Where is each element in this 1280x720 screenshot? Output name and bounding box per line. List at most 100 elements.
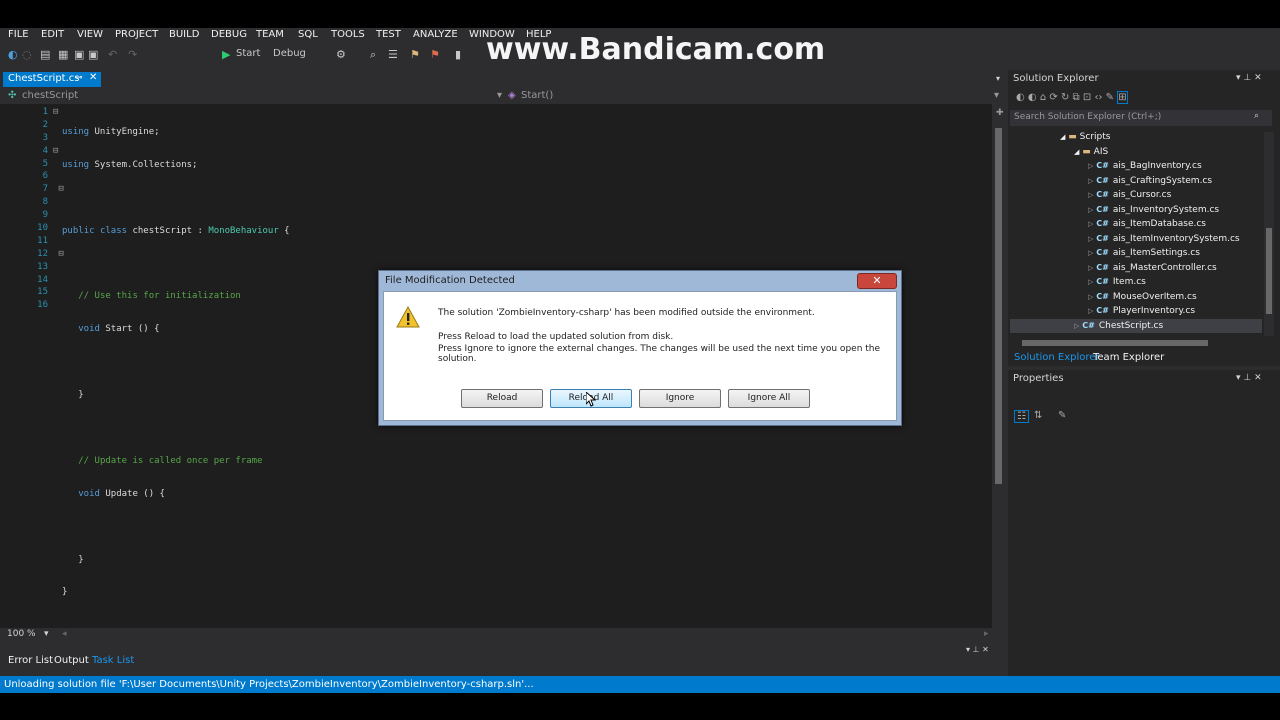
breakpoint-icon[interactable]: ▮	[455, 48, 461, 61]
member-dropdown[interactable]: Start()	[521, 90, 553, 101]
collapsed-icon[interactable]: ▷	[1088, 249, 1093, 257]
view-code-icon[interactable]: ‹›	[1094, 92, 1102, 103]
tree-file[interactable]: ▷ C# ais_ItemSettings.cs	[1010, 246, 1262, 261]
collapsed-icon[interactable]: ▷	[1088, 278, 1093, 286]
expand-icon[interactable]: ◢	[1074, 148, 1079, 156]
tree-file[interactable]: ▷ C# ais_MasterController.cs	[1010, 261, 1262, 276]
tree-file[interactable]: ▷ C# ais_ItemInventorySystem.cs	[1010, 232, 1262, 247]
tab-overflow-icon[interactable]: ▾	[996, 74, 1000, 83]
new-project-icon[interactable]: ▤	[40, 48, 50, 61]
solution-search-input[interactable]: Search Solution Explorer (Ctrl+;) ⌕	[1010, 110, 1272, 126]
clear-bookmarks-icon[interactable]: ⚑	[430, 48, 440, 61]
back-icon[interactable]: ◐	[8, 48, 18, 61]
tree-horizontal-thumb[interactable]	[1022, 340, 1208, 346]
tree-file[interactable]: ▷ C# Item.cs	[1010, 275, 1262, 290]
tree-file[interactable]: ▷ C# ais_Cursor.cs	[1010, 188, 1262, 203]
collapsed-icon[interactable]: ▷	[1088, 220, 1093, 228]
collapsed-icon[interactable]: ▷	[1074, 322, 1079, 330]
ignore-all-button[interactable]: Ignore All	[728, 389, 810, 408]
zoom-select[interactable]: 100 %	[7, 629, 36, 639]
panel-controls-icon[interactable]: ▾ ⊥ ✕	[1236, 373, 1262, 383]
bookmark-icon[interactable]: ⚑	[410, 48, 420, 61]
menu-sql[interactable]: SQL	[298, 29, 318, 40]
expand-icon[interactable]: ◢	[1060, 133, 1065, 141]
redo-icon[interactable]: ↷	[128, 48, 137, 61]
scroll-right-icon[interactable]: ▸	[984, 629, 989, 639]
back-icon[interactable]: ◐	[1016, 92, 1025, 103]
menu-file[interactable]: FILE	[8, 29, 29, 40]
menu-project[interactable]: PROJECT	[115, 29, 158, 40]
menu-test[interactable]: TEST	[376, 29, 401, 40]
collapse-all-icon[interactable]: ⧉	[1073, 92, 1080, 103]
type-dropdown[interactable]: chestScript	[22, 90, 78, 101]
sync-icon[interactable]: ⟳	[1049, 92, 1057, 103]
collapsed-icon[interactable]: ▷	[1088, 307, 1093, 315]
close-tab-icon[interactable]: ✕	[89, 72, 97, 83]
configuration-select[interactable]: Debug	[273, 48, 306, 59]
reload-button[interactable]: Reload	[461, 389, 543, 408]
scroll-left-icon[interactable]: ◂	[62, 629, 67, 639]
alphabetical-icon[interactable]: ⇅	[1034, 410, 1042, 421]
home-icon[interactable]: ⌂	[1040, 92, 1046, 103]
menu-debug[interactable]: DEBUG	[211, 29, 247, 40]
tree-file[interactable]: ▷ C# ais_InventorySystem.cs	[1010, 203, 1262, 218]
forward-icon[interactable]: ◌	[22, 48, 32, 61]
dialog-close-button[interactable]: ✕	[857, 273, 897, 289]
collapsed-icon[interactable]: ▷	[1088, 264, 1093, 272]
member-dropdown-arrow-icon[interactable]: ▾	[994, 90, 999, 101]
editor-scroll-thumb[interactable]	[995, 128, 1002, 484]
type-dropdown-arrow-icon[interactable]: ▾	[497, 90, 502, 101]
collapsed-icon[interactable]: ▷	[1088, 235, 1093, 243]
menu-view[interactable]: VIEW	[77, 29, 103, 40]
collapsed-icon[interactable]: ▷	[1088, 191, 1093, 199]
property-pages-icon[interactable]: ✎	[1058, 410, 1066, 421]
tab-output[interactable]: Output	[54, 655, 89, 666]
panel-menu-icon[interactable]: ▾ ⊥ ✕	[966, 645, 989, 654]
collapsed-icon[interactable]: ▷	[1088, 162, 1093, 170]
tree-file[interactable]: ▷ C# ais_CraftingSystem.cs	[1010, 174, 1262, 189]
comment-icon[interactable]: ☰	[388, 48, 398, 61]
tab-error-list[interactable]: Error List	[8, 655, 53, 666]
menu-edit[interactable]: EDIT	[41, 29, 64, 40]
menu-build[interactable]: BUILD	[169, 29, 199, 40]
find-icon[interactable]: ⌕	[370, 48, 376, 62]
start-icon[interactable]: ▶	[222, 48, 230, 61]
tree-file[interactable]: ▷ C# MouseOverItem.cs	[1010, 290, 1262, 305]
bottom-strip	[0, 693, 1280, 720]
tab-task-list[interactable]: Task List	[92, 655, 134, 666]
preview-icon[interactable]: ⊞	[1117, 91, 1128, 104]
tab-team-explorer[interactable]: Team Explorer	[1093, 352, 1164, 363]
tree-file-selected[interactable]: ▷ C# ChestScript.cs	[1010, 318, 1262, 333]
refresh-icon[interactable]: ↻	[1061, 92, 1069, 103]
tree-file[interactable]: ▷ C# PlayerInventory.cs	[1010, 304, 1262, 319]
show-all-files-icon[interactable]: ⊡	[1083, 92, 1091, 103]
collapsed-icon[interactable]: ▷	[1088, 293, 1093, 301]
collapsed-icon[interactable]: ▷	[1088, 206, 1093, 214]
forward-icon[interactable]: ◐	[1028, 92, 1037, 103]
ignore-button[interactable]: Ignore	[639, 389, 721, 408]
split-icon[interactable]: ✚	[996, 108, 1004, 118]
properties-icon[interactable]: ✎	[1106, 92, 1114, 103]
tree-file[interactable]: ▷ C# ais_ItemDatabase.cs	[1010, 217, 1262, 232]
tree-file[interactable]: ▷ C# ais_BagInventory.cs	[1010, 159, 1262, 174]
collapsed-icon[interactable]: ▷	[1088, 177, 1093, 185]
tree-folder-scripts[interactable]: ◢ ▬ Scripts	[1010, 130, 1262, 145]
pin-icon[interactable]: ⊸	[75, 73, 83, 83]
search-icon[interactable]: ⌕	[1254, 111, 1259, 121]
menu-team[interactable]: TEAM	[256, 29, 284, 40]
attach-icon[interactable]: ⚙	[336, 48, 346, 61]
menu-analyze[interactable]: ANALYZE	[413, 29, 458, 40]
tab-solution-explorer[interactable]: Solution Explorer	[1014, 352, 1100, 363]
save-icon[interactable]: ▣	[74, 48, 84, 61]
open-file-icon[interactable]: ▦	[58, 48, 68, 61]
panel-controls-icon[interactable]: ▾ ⊥ ✕	[1236, 73, 1262, 83]
tab-chestscript[interactable]: ChestScript.cs ⊸ ✕	[3, 72, 101, 87]
save-all-icon[interactable]: ▣	[88, 48, 98, 61]
start-button[interactable]: Start	[236, 48, 260, 59]
undo-icon[interactable]: ↶	[108, 48, 117, 61]
zoom-dropdown-icon[interactable]: ▾	[44, 629, 49, 639]
tree-scroll-thumb[interactable]	[1266, 228, 1272, 314]
menu-tools[interactable]: TOOLS	[331, 29, 365, 40]
categorized-icon[interactable]: ☷	[1014, 410, 1029, 423]
tree-folder-ais[interactable]: ◢ ▬ AIS	[1010, 145, 1262, 160]
